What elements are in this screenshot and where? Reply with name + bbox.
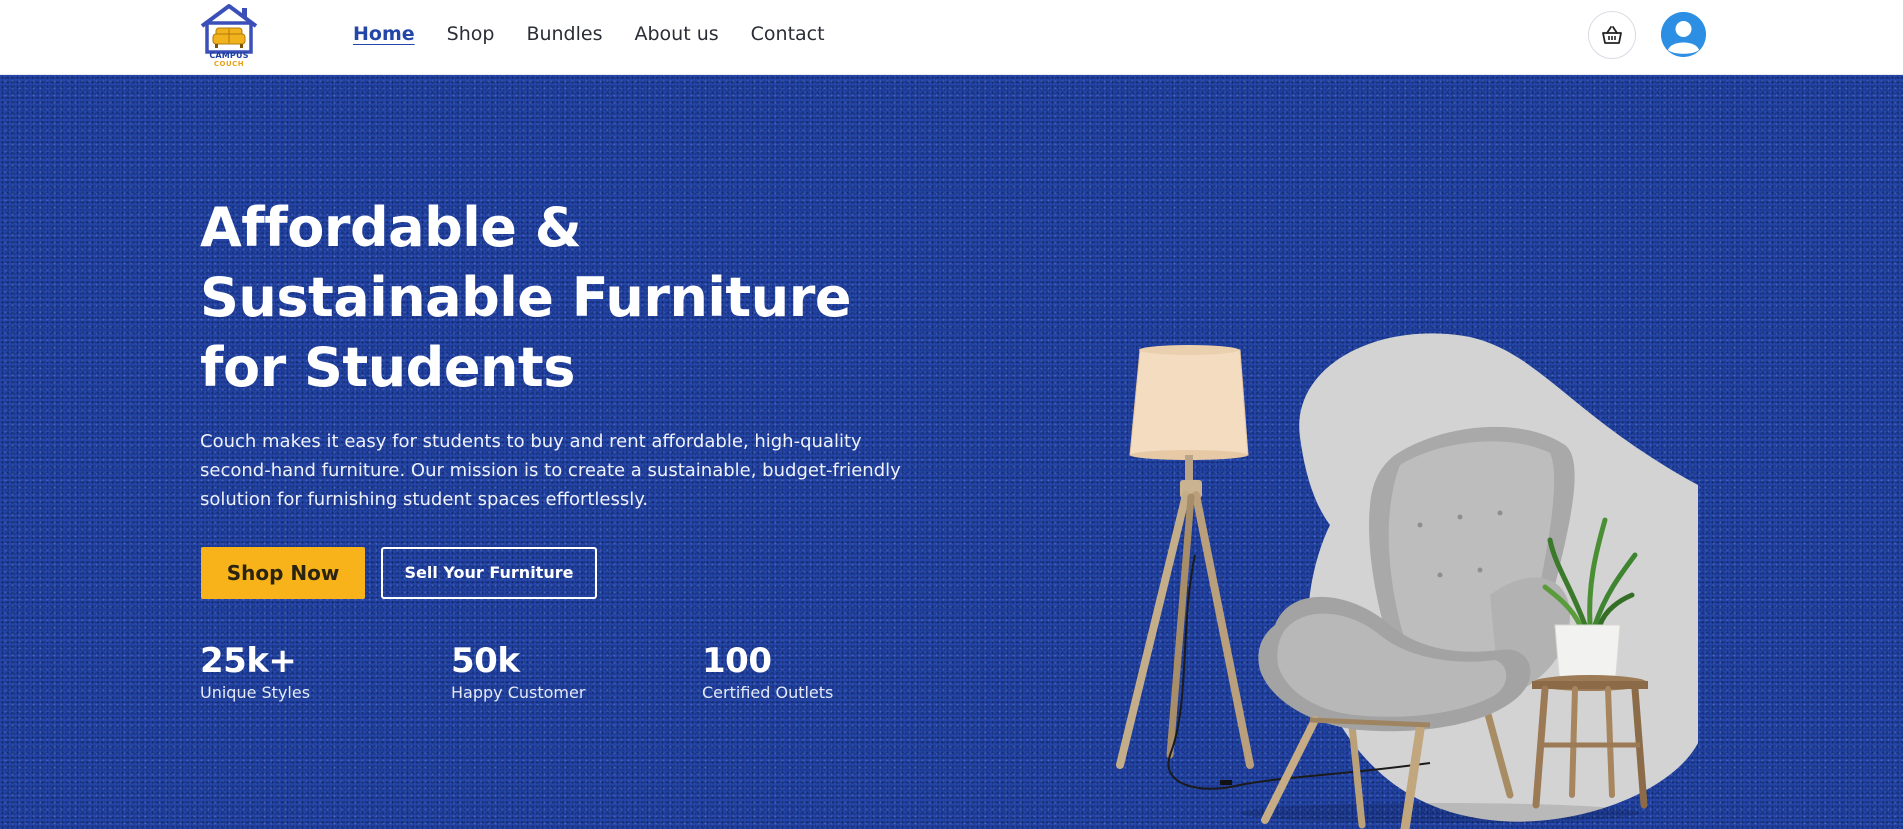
hero-title-line-2: Sustainable Furniture xyxy=(200,266,851,329)
hero-section: Affordable & Sustainable Furniture for S… xyxy=(0,75,1903,829)
hero-title-line-3: for Students xyxy=(200,336,575,399)
campus-couch-logo[interactable]: CAMPUS COUCH xyxy=(198,2,260,70)
shopping-basket-icon xyxy=(1602,26,1622,44)
hero-title: Affordable & Sustainable Furniture for S… xyxy=(200,193,880,403)
hero-title-line-1: Affordable & xyxy=(200,196,582,259)
main-nav: Home Shop Bundles About us Contact xyxy=(353,22,857,46)
sell-furniture-button[interactable]: Sell Your Furniture xyxy=(381,547,597,599)
shop-now-button[interactable]: Shop Now xyxy=(201,547,365,599)
user-avatar-button[interactable] xyxy=(1661,12,1706,57)
stat-value: 50k xyxy=(451,641,520,681)
stat-happy-customer: 50k Happy Customer xyxy=(451,641,585,703)
furniture-hero-illustration xyxy=(1116,333,1698,829)
nav-item-contact[interactable]: Contact xyxy=(751,22,825,46)
house-couch-logo-icon xyxy=(200,4,258,54)
site-header: CAMPUS COUCH Home Shop Bundles About us … xyxy=(0,0,1903,75)
nav-item-about-us[interactable]: About us xyxy=(634,22,718,46)
nav-item-shop[interactable]: Shop xyxy=(447,22,495,46)
cart-button[interactable] xyxy=(1588,11,1636,59)
stat-value: 25k+ xyxy=(200,641,297,681)
nav-item-bundles[interactable]: Bundles xyxy=(526,22,602,46)
hero-description: Couch makes it easy for students to buy … xyxy=(200,431,901,510)
stat-label: Happy Customer xyxy=(451,683,586,702)
stat-unique-styles: 25k+ Unique Styles xyxy=(200,641,310,703)
logo-text-couch: COUCH xyxy=(213,60,245,68)
stat-certified-outlets: 100 Certified Outlets xyxy=(702,641,833,703)
stat-label: Certified Outlets xyxy=(702,683,834,702)
stat-value: 100 xyxy=(702,641,772,681)
nav-item-home[interactable]: Home xyxy=(353,22,415,46)
logo-text-campus: CAMPUS xyxy=(209,51,249,60)
stat-label: Unique Styles xyxy=(200,683,311,702)
user-avatar-icon xyxy=(1661,12,1706,57)
